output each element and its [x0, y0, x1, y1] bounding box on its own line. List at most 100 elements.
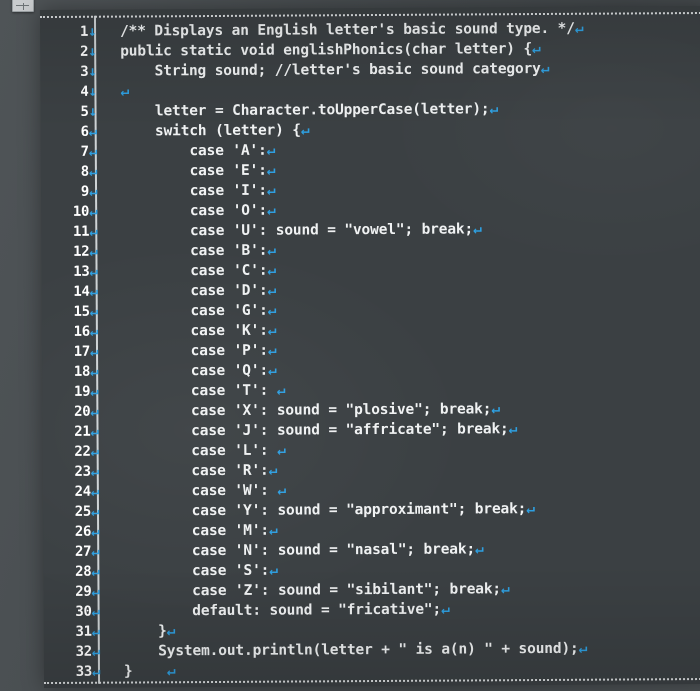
line-number: 9 [80, 183, 90, 200]
line-number: 7 [80, 143, 89, 160]
line-number: 33 [75, 663, 93, 680]
line-number: 28 [75, 563, 92, 580]
code-source: case 'Z': sound = "sibilant"; break; [123, 581, 502, 600]
end-of-line-icon: ↵ [473, 221, 482, 238]
code-source: case 'M': [123, 522, 270, 540]
gutter-eol-marker-icon: ↓ [88, 23, 97, 40]
code-source: case 'Q': [122, 362, 269, 380]
window-control-icon[interactable] [12, 0, 34, 12]
gutter-eol-marker-icon: ↵ [91, 563, 100, 580]
code-source: case 'O': [121, 202, 268, 220]
code-line-text[interactable]: case 'W': ↵ [123, 481, 286, 502]
gutter-eol-marker-icon: ↵ [90, 443, 100, 460]
gutter-eol-marker-icon: ↵ [88, 183, 98, 200]
code-line-text[interactable]: case 'T': ↵ [122, 381, 286, 402]
code-line-text[interactable]: case 'K':↵ [122, 321, 277, 342]
line-number: 12 [73, 243, 90, 260]
end-of-line-icon: ↵ [540, 60, 550, 78]
code-source: case 'Y': sound = "approximant"; break; [122, 501, 527, 520]
code-source: case 'R': [122, 462, 269, 480]
code-source: case 'N': sound = "nasal"; break; [123, 541, 476, 560]
code-line-text[interactable]: case 'X': sound = "plosive"; break;↵ [122, 399, 500, 421]
code-source: case 'D': [121, 282, 268, 300]
end-of-line-icon: ↵ [120, 83, 130, 100]
gutter-eol-marker-icon: ↓ [88, 63, 97, 80]
code-line-text[interactable]: ↵ [120, 82, 129, 102]
code-line-text[interactable]: case 'Z': sound = "sibilant"; break;↵ [123, 579, 510, 601]
gutter-eol-marker-icon: ↵ [91, 643, 101, 660]
code-line-text[interactable]: }↵ [124, 621, 176, 641]
line-number: 4 [80, 83, 89, 100]
gutter-eol-marker-icon: ↵ [90, 503, 100, 520]
code-line-text[interactable]: System.out.println(letter + " is a(n) " … [124, 639, 587, 662]
line-number: 26 [74, 523, 92, 540]
end-of-line-icon: ↵ [277, 442, 286, 459]
code-line-text[interactable]: case 'R':↵ [123, 461, 278, 482]
code-line-text[interactable]: case 'I':↵ [121, 181, 276, 202]
code-line-text[interactable]: case 'D':↵ [122, 281, 277, 302]
code-line-text[interactable]: public static void englishPhonics(char l… [120, 39, 541, 62]
code-line-text[interactable]: case 'Y': sound = "approximant"; break;↵ [123, 499, 535, 522]
code-source: case 'K': [121, 322, 268, 340]
code-source: } [123, 663, 167, 680]
code-source: switch (letter) { [120, 122, 301, 140]
code-line-text[interactable]: case 'L': ↵ [123, 441, 286, 462]
code-line-text[interactable]: } ↵ [124, 661, 176, 681]
code-source: String sound; //letter's basic sound cat… [120, 61, 541, 80]
code-line-text[interactable]: /** Displays an English letter's basic s… [120, 19, 583, 42]
line-number: 20 [74, 403, 91, 420]
end-of-line-icon: ↵ [267, 242, 276, 259]
selection-border-top [39, 11, 700, 19]
gutter-eol-marker-icon: ↵ [91, 603, 101, 620]
code-line-text[interactable]: case 'J': sound = "affricate"; break;↵ [122, 419, 517, 441]
gutter-eol-marker-icon: ↵ [90, 383, 99, 400]
code-line-text[interactable]: case 'P':↵ [122, 341, 277, 362]
code-line[interactable]: 33 ↵ } ↵ [44, 658, 700, 682]
code-line-text[interactable]: letter = Character.toUpperCase(letter);↵ [120, 99, 498, 121]
code-line-text[interactable]: default: sound = "fricative";↵ [124, 600, 450, 622]
line-number: 8 [80, 163, 89, 180]
code-editor-pane[interactable]: 1 ↓/** Displays an English letter's basic… [39, 5, 700, 689]
code-source: case 'E': [120, 162, 267, 180]
code-source: case 'B': [121, 242, 268, 260]
code-line-text[interactable]: case 'Q':↵ [122, 361, 277, 382]
gutter-eol-marker-icon: ↵ [89, 283, 99, 300]
code-line-text[interactable]: case 'N': sound = "nasal"; break;↵ [123, 539, 484, 561]
code-source: case 'P': [121, 342, 268, 360]
code-source: /** Displays an English letter's basic s… [120, 20, 575, 40]
code-line-text[interactable]: case 'M':↵ [123, 521, 278, 542]
code-line-text[interactable]: case 'S':↵ [123, 561, 278, 582]
end-of-line-icon: ↵ [268, 522, 278, 539]
code-line-text[interactable]: String sound; //letter's basic sound cat… [120, 59, 550, 82]
end-of-line-icon: ↵ [166, 623, 176, 640]
code-source: } [123, 623, 167, 640]
gutter-eol-marker-icon: ↵ [90, 363, 99, 380]
line-number: 14 [73, 283, 90, 300]
code-line-text[interactable]: case 'G':↵ [122, 301, 277, 322]
gutter-eol-marker-icon: ↵ [90, 423, 99, 440]
end-of-line-icon: ↵ [578, 640, 588, 657]
code-line-text[interactable]: case 'O':↵ [121, 201, 276, 222]
code-line-text[interactable]: case 'U': sound = "vowel"; break;↵ [121, 219, 482, 241]
line-number: 21 [74, 423, 91, 440]
end-of-line-icon: ↵ [268, 462, 278, 479]
code-line-text[interactable]: switch (letter) {↵ [121, 120, 310, 141]
line-number: 10 [72, 203, 90, 220]
gutter-eol-marker-icon: ↵ [89, 243, 98, 260]
end-of-line-icon: ↵ [491, 401, 500, 418]
code-source: case 'U': sound = "vowel"; break; [121, 221, 474, 240]
line-number: 15 [73, 303, 90, 320]
end-of-line-icon: ↵ [489, 101, 499, 118]
end-of-line-icon: ↵ [267, 302, 277, 319]
code-line-text[interactable]: case 'C':↵ [121, 261, 276, 282]
code-source: case 'C': [121, 262, 268, 280]
end-of-line-icon: ↵ [267, 262, 277, 279]
code-line-text[interactable]: case 'A':↵ [121, 141, 276, 162]
code-line-text[interactable]: case 'B':↵ [121, 241, 276, 262]
code-line-text[interactable]: case 'E':↵ [121, 161, 276, 182]
code-source: case 'W': [122, 482, 278, 500]
end-of-line-icon: ↵ [441, 601, 450, 618]
end-of-line-icon: ↵ [266, 182, 276, 199]
gutter-eol-marker-icon: ↵ [91, 543, 100, 560]
gutter-eol-marker-icon: ↵ [91, 663, 101, 680]
